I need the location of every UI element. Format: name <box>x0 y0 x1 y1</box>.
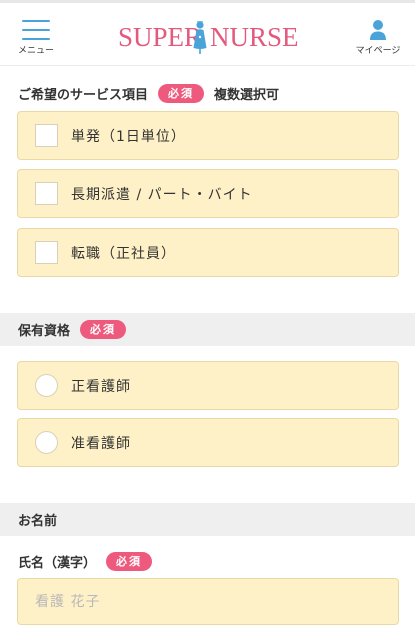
site-header: メニュー SUPER NURSE マイページ <box>0 3 415 66</box>
menu-label: メニュー <box>17 46 54 56</box>
site-logo[interactable]: SUPER NURSE <box>118 19 299 55</box>
mypage-button[interactable]: マイページ <box>352 17 404 57</box>
kanji-name-heading: 氏名（漢字） 必須 <box>18 552 153 571</box>
required-badge: 必須 <box>80 320 127 339</box>
option-label: 単発（1日単位） <box>71 128 186 145</box>
service-option-long-term[interactable]: 長期派遣 / パート・バイト <box>17 169 399 218</box>
qualification-option-registered-nurse[interactable]: 正看護師 <box>17 361 399 410</box>
service-option-career-change[interactable]: 転職（正社員） <box>17 228 399 277</box>
kanji-name-label: 氏名（漢字） <box>18 556 97 571</box>
name-heading: お名前 <box>0 503 415 536</box>
logo-text-nurse: NURSE <box>210 22 299 52</box>
menu-button[interactable]: メニュー <box>14 17 58 57</box>
hamburger-icon <box>22 20 50 40</box>
option-label: 長期派遣 / パート・バイト <box>71 186 253 203</box>
mypage-label: マイページ <box>355 46 401 56</box>
required-badge: 必須 <box>106 552 153 571</box>
option-label: 准看護師 <box>71 435 131 452</box>
required-badge: 必須 <box>158 84 205 103</box>
qualification-title: 保有資格 <box>18 324 71 339</box>
person-icon <box>370 20 386 40</box>
service-option-single-day[interactable]: 単発（1日単位） <box>17 111 399 160</box>
option-label: 正看護師 <box>71 378 131 395</box>
qualification-option-assistant-nurse[interactable]: 准看護師 <box>17 418 399 467</box>
radio-button[interactable] <box>35 431 58 454</box>
services-title: ご希望のサービス項目 <box>18 88 149 103</box>
option-label: 転職（正社員） <box>71 245 176 262</box>
nurse-figure-icon <box>193 21 207 54</box>
checkbox[interactable] <box>35 241 58 264</box>
name-section-title: お名前 <box>18 514 58 529</box>
multiple-select-note: 複数選択可 <box>214 88 280 103</box>
radio-button[interactable] <box>35 374 58 397</box>
qualification-header-band: 保有資格 必須 <box>0 313 415 346</box>
name-header-band: お名前 <box>0 503 415 536</box>
kanji-name-input[interactable] <box>17 578 399 625</box>
qualification-heading: 保有資格 必須 <box>0 313 415 346</box>
checkbox[interactable] <box>35 124 58 147</box>
checkbox[interactable] <box>35 182 58 205</box>
services-heading: ご希望のサービス項目 必須 複数選択可 <box>18 84 279 103</box>
